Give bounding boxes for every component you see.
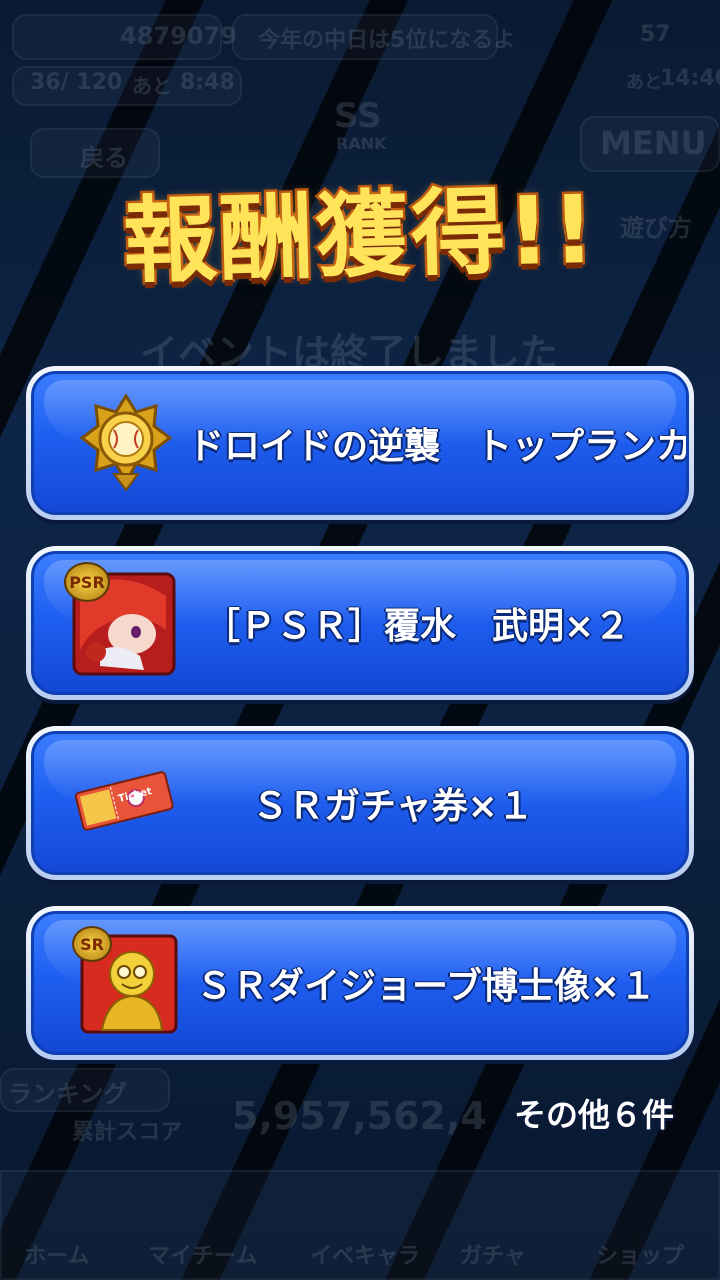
psr-character-card-icon: PSR xyxy=(64,562,178,678)
psr-badge: PSR xyxy=(64,562,110,602)
reward-4-label: ＳＲダイジョーブ博士像×１ xyxy=(196,966,657,1007)
reward-card-3[interactable]: Ticket ＳＲガチャ券×１ xyxy=(26,726,694,880)
gacha-ticket-icon: Ticket xyxy=(74,764,174,836)
reward-card-1-body: ドロイドの逆襲 トップランカー xyxy=(31,371,689,515)
reward-card-4-body: SR ＳＲダイジョーブ博士像×１ xyxy=(31,911,689,1055)
reward-card-2-body: PSR ［ＰＳＲ］覆水 武明×２ xyxy=(31,551,689,695)
reward-card-2[interactable]: PSR ［ＰＳＲ］覆水 武明×２ xyxy=(26,546,694,700)
gold-medal-icon xyxy=(79,393,173,492)
more-rewards-label: その他６件 xyxy=(513,1096,674,1134)
golden-statue-icon: SR xyxy=(72,926,178,1034)
reward-card-4[interactable]: SR ＳＲダイジョーブ博士像×１ xyxy=(26,906,694,1060)
reward-card-1[interactable]: ドロイドの逆襲 トップランカー xyxy=(26,366,694,520)
reward-1-label: ドロイドの逆襲 トップランカー xyxy=(188,426,689,467)
reward-2-label: ［ＰＳＲ］覆水 武明×２ xyxy=(204,606,631,647)
reward-card-3-body: Ticket ＳＲガチャ券×１ xyxy=(31,731,689,875)
reward-title: 報酬獲得!! xyxy=(0,168,720,299)
sr-badge: SR xyxy=(72,926,112,962)
reward-title-text: 報酬獲得!! xyxy=(120,173,601,299)
reward-3-label: ＳＲガチャ券×１ xyxy=(252,786,534,827)
